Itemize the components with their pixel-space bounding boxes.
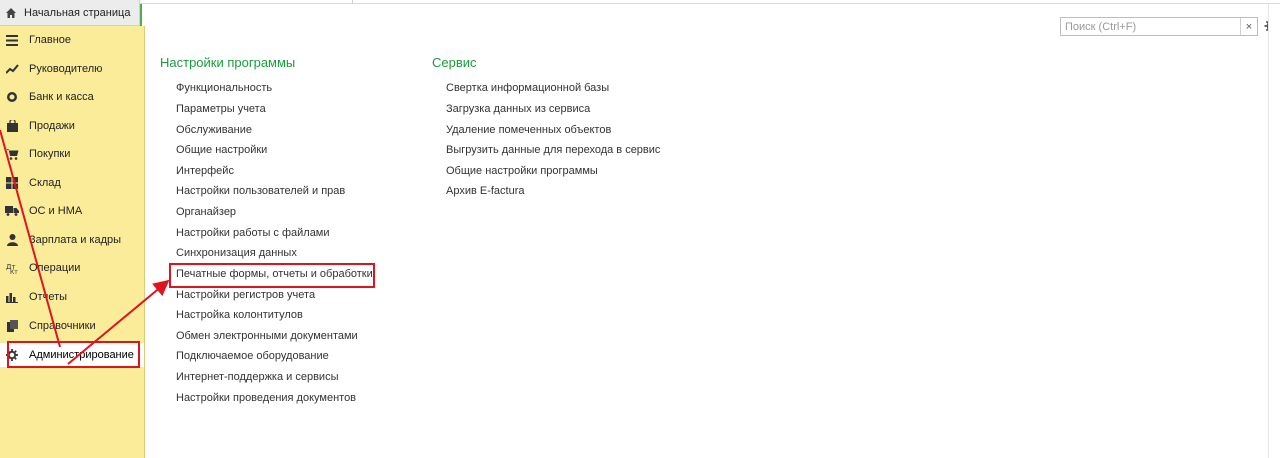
sidebar-item-label: Банк и касса (29, 91, 94, 103)
vertical-scrollbar[interactable] (1268, 4, 1280, 458)
link-organizer[interactable]: Органайзер (176, 206, 236, 218)
operations-icon: Дт Кт (4, 260, 20, 276)
sidebar-item-label: Покупки (29, 148, 71, 160)
link-accounting-params[interactable]: Параметры учета (176, 103, 266, 115)
top-border (140, 0, 1280, 4)
sidebar-item-label: Продажи (29, 120, 75, 132)
sidebar-item-salary[interactable]: Зарплата и кадры (0, 228, 144, 252)
trend-icon (4, 61, 20, 77)
link-load-from-service[interactable]: Загрузка данных из сервиса (446, 103, 590, 115)
highlight-box-administration (7, 341, 140, 368)
sidebar-item-bank[interactable]: Банк и касса (0, 85, 144, 109)
link-users-rights[interactable]: Настройки пользователей и прав (176, 185, 345, 197)
clear-search-button[interactable]: × (1240, 18, 1257, 35)
bar-chart-icon (4, 289, 20, 305)
search-input[interactable] (1061, 18, 1240, 35)
search-box: × (1060, 17, 1258, 36)
sidebar: Главное Руководителю Банк и касса Продаж… (0, 26, 145, 458)
books-icon (4, 318, 20, 334)
tab-home-label: Начальная страница (24, 6, 131, 19)
link-interface[interactable]: Интерфейс (176, 165, 234, 177)
sidebar-item-label: Главное (29, 34, 72, 46)
bag-icon (4, 118, 20, 134)
home-icon (4, 6, 18, 20)
sidebar-item-label: Операции (29, 262, 81, 274)
sidebar-item-catalogs[interactable]: Справочники (0, 314, 144, 338)
link-equipment[interactable]: Подключаемое оборудование (176, 350, 329, 362)
sidebar-item-reports[interactable]: Отчеты (0, 285, 144, 309)
link-functionality[interactable]: Функциональность (176, 82, 272, 94)
link-general-settings[interactable]: Общие настройки (176, 144, 267, 156)
svg-text:Кт: Кт (10, 269, 18, 274)
sidebar-item-purchases[interactable]: Покупки (0, 142, 144, 166)
coins-icon (4, 89, 20, 105)
sidebar-item-main[interactable]: Главное (0, 28, 144, 52)
link-registers-settings[interactable]: Настройки регистров учета (176, 289, 315, 301)
sidebar-item-label: Зарплата и кадры (29, 234, 122, 246)
cart-icon (4, 146, 20, 162)
top-divider (352, 0, 353, 4)
link-file-settings[interactable]: Настройки работы с файлами (176, 227, 330, 239)
sidebar-item-label: Отчеты (29, 291, 68, 303)
person-icon (4, 232, 20, 248)
sidebar-item-assets[interactable]: ОС и НМА (0, 199, 144, 223)
link-posting-settings[interactable]: Настройки проведения документов (176, 392, 356, 404)
sidebar-item-warehouse[interactable]: Склад (0, 171, 144, 195)
sidebar-item-manager[interactable]: Руководителю (0, 57, 144, 81)
link-program-general-settings[interactable]: Общие настройки программы (446, 165, 598, 177)
sidebar-item-sales[interactable]: Продажи (0, 114, 144, 138)
menu-icon (4, 32, 20, 48)
link-headers-footers[interactable]: Настройка колонтитулов (176, 309, 303, 321)
sidebar-item-label: Руководителю (29, 63, 103, 75)
sidebar-item-label: ОС и НМА (29, 205, 83, 217)
link-edi-exchange[interactable]: Обмен электронными документами (176, 330, 358, 342)
link-delete-marked[interactable]: Удаление помеченных объектов (446, 124, 611, 136)
link-export-to-service[interactable]: Выгрузить данные для перехода в сервис (446, 144, 660, 156)
link-db-collapse[interactable]: Свертка информационной базы (446, 82, 609, 94)
tab-home[interactable]: Начальная страница (0, 0, 140, 26)
link-maintenance[interactable]: Обслуживание (176, 124, 252, 136)
link-data-sync[interactable]: Синхронизация данных (176, 247, 297, 259)
highlight-box-print-forms (169, 263, 375, 288)
sidebar-item-label: Справочники (29, 320, 96, 332)
sidebar-item-label: Склад (29, 177, 61, 189)
section-title-settings: Настройки программы (160, 55, 296, 70)
sidebar-item-operations[interactable]: Дт Кт Операции (0, 256, 144, 280)
link-internet-support[interactable]: Интернет-поддержка и сервисы (176, 371, 338, 383)
section-title-service: Сервис (432, 55, 477, 70)
link-efactura-archive[interactable]: Архив E-factura (446, 185, 525, 197)
truck-icon (4, 203, 20, 219)
warehouse-icon (4, 175, 20, 191)
